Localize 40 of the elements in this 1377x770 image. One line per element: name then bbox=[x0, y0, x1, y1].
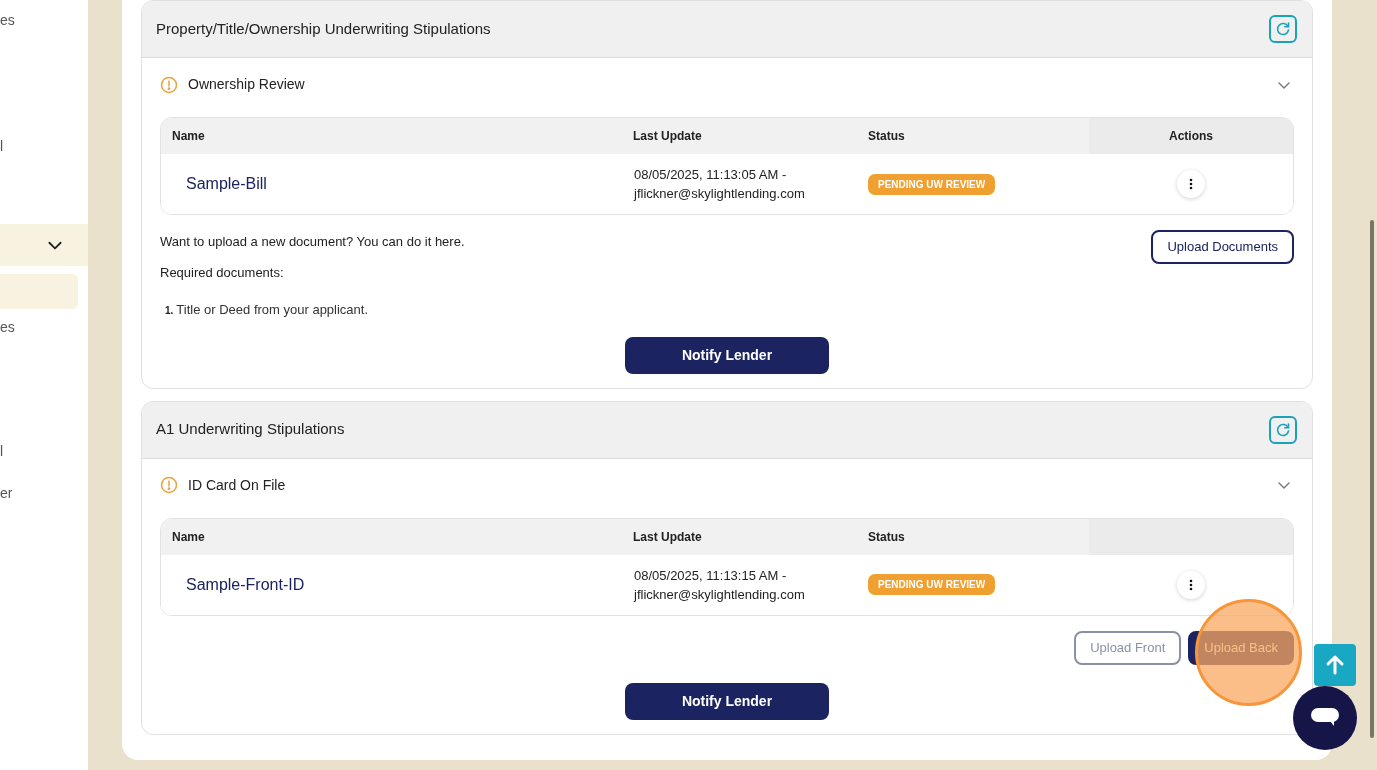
section-title: A1 Underwriting Stipulations bbox=[156, 419, 345, 440]
more-options-button[interactable] bbox=[1176, 170, 1205, 198]
notify-lender-button[interactable]: Notify Lender bbox=[625, 337, 829, 374]
refresh-button[interactable] bbox=[1269, 415, 1297, 444]
column-header: Status bbox=[868, 128, 905, 145]
sidebar-item[interactable]: l bbox=[0, 136, 88, 156]
required-documents-label: Required documents: bbox=[160, 264, 285, 282]
stipulation-title: Ownership Review bbox=[188, 75, 305, 94]
status-badge: PENDING UW REVIEW bbox=[868, 574, 996, 596]
column-header: Actions bbox=[1169, 128, 1213, 145]
sidebar-item[interactable]: es bbox=[0, 317, 88, 337]
sidebar-item[interactable]: er bbox=[0, 483, 88, 503]
refresh-icon bbox=[1274, 420, 1292, 439]
scroll-to-top-button[interactable] bbox=[1314, 644, 1356, 686]
column-header: Last Update bbox=[633, 528, 702, 546]
refresh-icon bbox=[1274, 20, 1292, 38]
table-cell-text: 08/05/2025, 11:13:05 AM - jflickner@skylightlending.com bbox=[634, 166, 806, 203]
document-name[interactable]: Sample-Front-ID bbox=[186, 572, 305, 597]
document-name[interactable]: Sample-Bill bbox=[186, 172, 267, 196]
more-options-button[interactable] bbox=[1176, 570, 1205, 599]
section-title: Property/Title/Ownership Underwriting Stipulations bbox=[156, 18, 491, 39]
upload-prompt: Want to upload a new document? You can do it here. bbox=[160, 233, 465, 251]
stipulation-title: ID Card On File bbox=[188, 475, 286, 495]
status-badge: PENDING UW REVIEW bbox=[868, 173, 996, 195]
more-vertical-icon bbox=[1188, 578, 1193, 591]
notify-lender-button[interactable]: Notify Lender bbox=[625, 682, 829, 720]
scrollbar-thumb[interactable] bbox=[1370, 220, 1374, 738]
column-header: Status bbox=[868, 528, 905, 546]
column-header: Last Update bbox=[633, 128, 702, 145]
sidebar-item[interactable]: l bbox=[0, 441, 88, 461]
table-cell-text: 08/05/2025, 11:13:15 AM - jflickner@skylightlending.com bbox=[634, 566, 806, 604]
column-header: Name bbox=[172, 128, 205, 145]
upload-button[interactable]: Upload Documents bbox=[1151, 230, 1294, 264]
sidebar-item[interactable]: es bbox=[0, 10, 88, 30]
chat-button[interactable] bbox=[1293, 686, 1357, 750]
more-vertical-icon bbox=[1188, 178, 1193, 190]
column-header: Name bbox=[172, 528, 205, 546]
required-document: Title or Deed from your applicant. bbox=[176, 300, 369, 319]
refresh-button[interactable] bbox=[1269, 15, 1297, 43]
list-number: 1. bbox=[165, 303, 174, 318]
